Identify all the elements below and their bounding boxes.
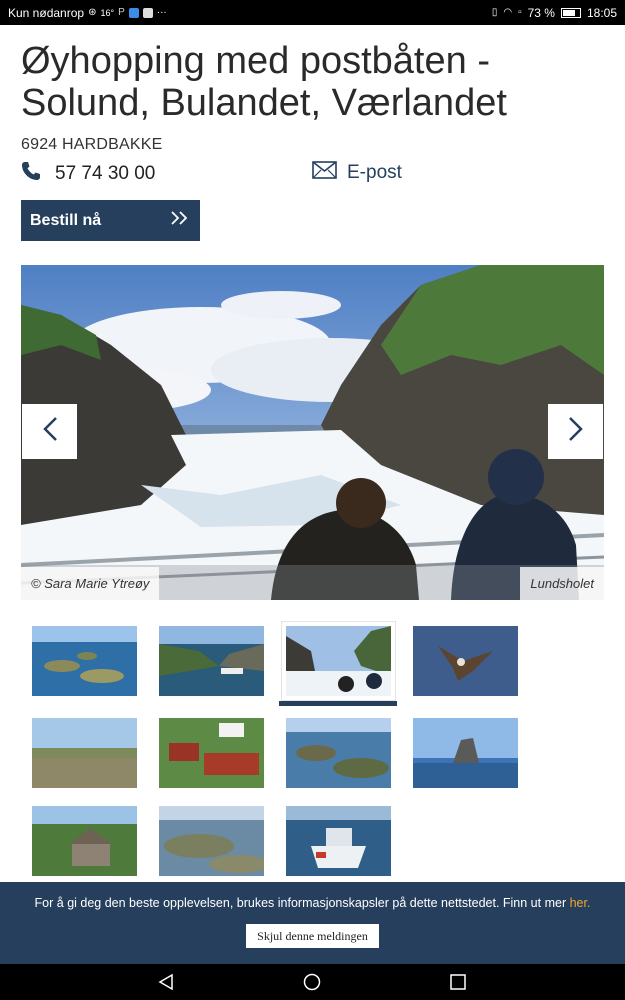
phone-icon xyxy=(21,161,41,187)
recents-button[interactable] xyxy=(449,973,467,996)
cookie-more-link[interactable]: her. xyxy=(570,896,591,910)
gallery-thumbnail[interactable] xyxy=(32,806,137,876)
status-bar: Kun nødanrop ⊛ 16° P ··· ▯ ◠ ▫ 73 % 18:0… xyxy=(0,0,625,25)
pinterest-icon: P xyxy=(118,6,125,18)
postboat-thumbnail xyxy=(286,806,391,876)
boathouse-thumbnail xyxy=(32,806,137,876)
archipelago-thumbnail xyxy=(286,718,391,788)
battery-icon xyxy=(560,7,581,18)
back-button[interactable] xyxy=(157,973,175,996)
gallery-thumbnail-active[interactable] xyxy=(281,621,396,701)
harbour-thumbnail xyxy=(159,626,264,696)
recents-square-icon xyxy=(450,974,466,990)
gallery-thumbnail[interactable] xyxy=(286,718,391,788)
rocky-shore-thumbnail xyxy=(159,806,264,876)
more-icon: ··· xyxy=(156,6,167,18)
carrier-text: Kun nødanrop xyxy=(8,5,85,20)
cookie-message: For å gi deg den beste opplevelsen, bruk… xyxy=(0,896,625,910)
vibrate-icon: ▯ xyxy=(491,6,498,18)
red-houses-thumbnail xyxy=(159,718,264,788)
book-now-label: Bestill nå xyxy=(30,211,102,229)
email-link[interactable]: E-post xyxy=(312,161,402,185)
eagle-thumbnail xyxy=(413,626,518,696)
page-title: Øyhopping med postbåten - Solund, Buland… xyxy=(21,40,507,124)
clock: 18:05 xyxy=(586,5,617,20)
gallery-prev-button[interactable] xyxy=(22,404,77,459)
home-circle-icon xyxy=(303,973,321,991)
gallery-thumbnail[interactable] xyxy=(413,718,518,788)
double-chevron-right-icon xyxy=(170,210,190,231)
rock-formation-thumbnail xyxy=(413,718,518,788)
coastal-village-thumbnail xyxy=(32,718,137,788)
chevron-right-icon xyxy=(566,415,586,448)
gallery-thumbnail[interactable] xyxy=(159,718,264,788)
gallery-thumbnail[interactable] xyxy=(159,626,264,696)
android-nav-bar xyxy=(0,964,625,1000)
photo-location: Lundsholet xyxy=(520,567,604,600)
gallery-next-button[interactable] xyxy=(548,404,603,459)
photo-credit: © Sara Marie Ytreøy xyxy=(21,567,160,600)
islands-aerial-thumbnail xyxy=(32,626,137,696)
boat-spray-thumbnail xyxy=(286,626,391,696)
phone-link[interactable]: 57 74 30 00 xyxy=(21,161,155,187)
cookie-text: For å gi deg den beste opplevelsen, bruk… xyxy=(34,896,570,910)
gallery-main-image[interactable]: © Sara Marie Ytreøy Lundsholet xyxy=(21,265,604,600)
envelope-icon xyxy=(312,161,337,185)
cookie-banner: For å gi deg den beste opplevelsen, bruk… xyxy=(0,882,625,964)
back-triangle-icon xyxy=(158,973,173,991)
facebook-icon xyxy=(142,7,153,18)
temperature-text: 16° xyxy=(100,7,115,18)
book-now-button[interactable]: Bestill nå xyxy=(21,200,200,241)
sim-icon: ▫ xyxy=(518,6,522,18)
home-button[interactable] xyxy=(303,973,321,996)
gallery-thumbnail[interactable] xyxy=(32,626,137,696)
gallery-thumbnail[interactable] xyxy=(32,718,137,788)
battery-percent: 73 % xyxy=(527,5,555,20)
alarm-icon: ⊛ xyxy=(88,6,97,18)
wifi-icon: ◠ xyxy=(503,6,513,18)
gallery-thumbnail[interactable] xyxy=(413,626,518,696)
active-thumbnail-indicator xyxy=(279,701,397,706)
address: 6924 HARDBAKKE xyxy=(21,136,163,153)
gallery-thumbnail[interactable] xyxy=(286,806,391,876)
app-icon xyxy=(128,7,139,18)
email-label[interactable]: E-post xyxy=(347,162,402,184)
hide-cookie-message-button[interactable]: Skjul denne meldingen xyxy=(246,924,379,948)
chevron-left-icon xyxy=(40,415,60,448)
phone-number[interactable]: 57 74 30 00 xyxy=(55,163,155,185)
gallery-thumbnail[interactable] xyxy=(159,806,264,876)
boat-spray-photo xyxy=(21,265,604,600)
